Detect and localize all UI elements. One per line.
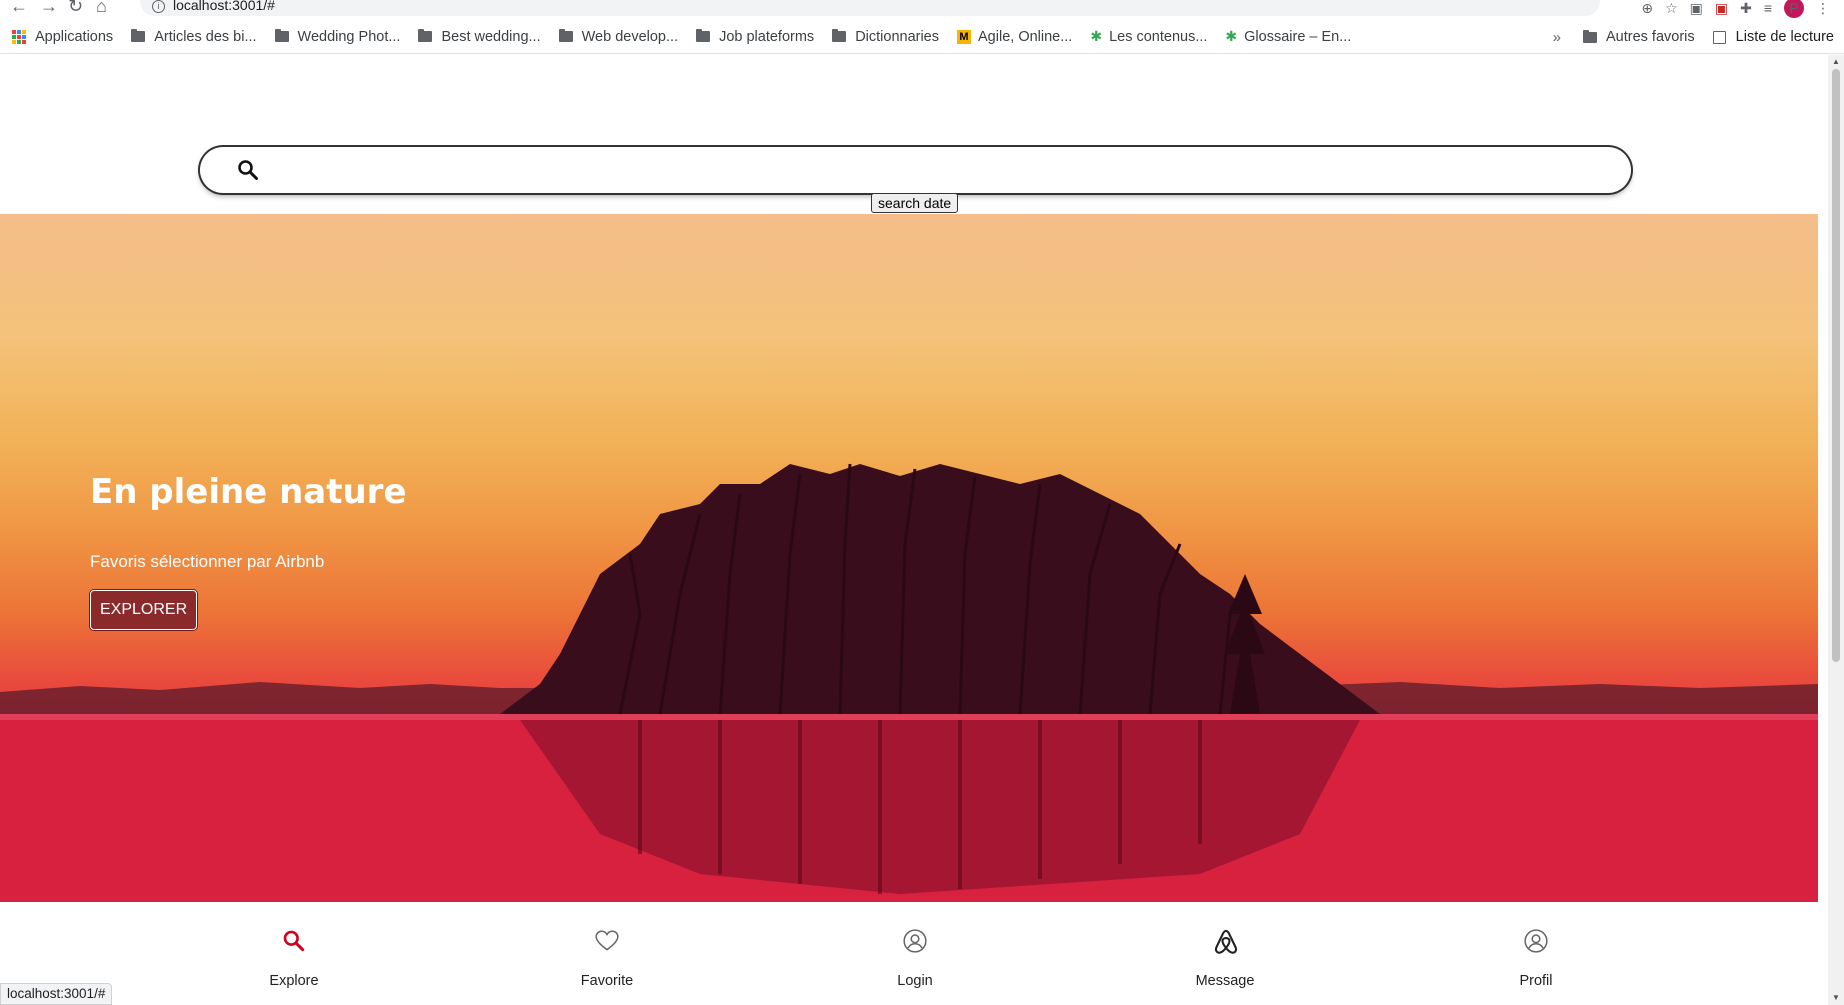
extensions-area: ⊕ ☆ ▣ ▣ ✚ ≡ P ⋮ [1641, 0, 1830, 18]
bookmark-folder[interactable]: Wedding Phot... [274, 28, 401, 45]
airbnb-logo-icon [1214, 929, 1238, 954]
bookmark-label: Web develop... [581, 28, 679, 45]
scrollbar-thumb[interactable] [1832, 69, 1840, 662]
heart-icon [595, 930, 619, 951]
search-icon [238, 160, 258, 180]
search-input[interactable] [276, 155, 1596, 185]
hero-banner: En pleine nature Favoris sélectionner pa… [0, 214, 1818, 902]
more-bookmarks-button[interactable]: » [1553, 29, 1561, 46]
bookmark-folder[interactable]: Web develop... [558, 28, 679, 45]
bookmark-label: Les contenus... [1109, 28, 1208, 45]
hero-title: En pleine nature [90, 472, 407, 512]
apps-grid-icon [12, 29, 26, 44]
folder-icon [418, 29, 433, 42]
search-bar[interactable] [200, 147, 1631, 193]
menu-icon[interactable]: ⋮ [1816, 0, 1830, 17]
bookmark-label: Glossaire – En... [1244, 28, 1352, 45]
other-bookmarks-label: Autres favoris [1606, 29, 1695, 45]
reading-list-label: Liste de lecture [1735, 29, 1834, 45]
search-icon [283, 930, 305, 952]
search-date-button[interactable]: search date [871, 193, 959, 213]
folder-icon [1583, 29, 1597, 43]
scroll-up-icon[interactable]: ▲ [1832, 57, 1840, 66]
star-icon[interactable]: ☆ [1665, 0, 1678, 17]
puzzle-icon[interactable]: ✚ [1740, 0, 1752, 17]
home-icon[interactable]: ⌂ [96, 0, 107, 17]
profile-avatar[interactable]: P [1784, 0, 1804, 18]
bookmark-label: Applications [35, 28, 114, 45]
folder-icon [832, 29, 847, 42]
bookmark-folder[interactable]: Articles des bi... [131, 28, 257, 45]
pin-icon: ✱ [1225, 28, 1238, 44]
forward-icon[interactable]: → [40, 0, 58, 17]
media-icon[interactable]: ≡ [1764, 0, 1772, 16]
browser-toolbar: ← → ↻ ⌂ i localhost:3001/# ⊕ ☆ ▣ ▣ ✚ ≡ P… [0, 0, 1844, 20]
address-bar[interactable]: i localhost:3001/# [140, 0, 1600, 16]
other-bookmarks[interactable]: Autres favoris [1583, 29, 1695, 45]
nav-label: Favorite [580, 973, 634, 989]
bookmark-applications[interactable]: Applications [12, 29, 113, 45]
bookmark-label: Best wedding... [441, 28, 541, 45]
status-bar: localhost:3001/# [0, 983, 113, 1005]
bookmark-label: Agile, Online... [978, 28, 1073, 45]
page: search date En pleine nature Favoris sél… [0, 55, 1828, 1005]
bottom-navigation: Explore Favorite Login Message Profil [0, 902, 1828, 1005]
extension-icon-2[interactable]: ▣ [1715, 0, 1728, 17]
bookmark-folder[interactable]: Dictionnaries [832, 29, 939, 45]
extension-icon[interactable]: ▣ [1690, 0, 1703, 17]
bookmark-folder[interactable]: Job plateforms [696, 29, 814, 45]
bookmark-folder[interactable]: Best wedding... [418, 28, 541, 45]
miro-icon: M [957, 29, 972, 44]
bookmark-link[interactable]: M Agile, Online... [957, 29, 1072, 45]
reading-list[interactable]: Liste de lecture [1712, 29, 1834, 45]
folder-icon [558, 29, 573, 42]
bookmark-label: Wedding Phot... [297, 28, 401, 45]
bookmark-label: Dictionnaries [855, 28, 940, 45]
user-circle-icon [1524, 929, 1548, 953]
user-circle-icon [903, 929, 927, 953]
folder-icon [131, 29, 146, 42]
folder-icon [696, 29, 711, 42]
pin-icon: ✱ [1090, 28, 1103, 44]
address-url[interactable]: localhost:3001/# [173, 0, 275, 13]
back-icon[interactable]: ← [10, 0, 28, 17]
zoom-icon[interactable]: ⊕ [1641, 0, 1653, 17]
nav-label: Login [897, 973, 933, 989]
hero-subtitle: Favoris sélectionner par Airbnb [90, 552, 325, 571]
bookmark-link[interactable]: ✱ Glossaire – En... [1225, 28, 1351, 45]
folder-icon [274, 29, 289, 42]
reading-list-icon [1712, 30, 1726, 44]
explore-button[interactable]: EXPLORER [90, 590, 198, 630]
bookmarks-bar: Applications Articles des bi... Wedding … [0, 20, 1844, 54]
page-scrollbar[interactable]: ▲ ▼ [1828, 55, 1844, 1005]
bookmark-label: Articles des bi... [154, 28, 257, 45]
nav-label: Message [1195, 973, 1255, 989]
bookmark-label: Job plateforms [719, 28, 815, 45]
site-info-icon[interactable]: i [152, 0, 165, 13]
scroll-down-icon[interactable]: ▼ [1832, 993, 1840, 1002]
reload-icon[interactable]: ↻ [68, 0, 83, 17]
nav-label: Profil [1519, 973, 1553, 989]
nav-label: Explore [269, 973, 319, 989]
bookmark-link[interactable]: ✱ Les contenus... [1090, 28, 1207, 45]
bookmarks-right: » Autres favoris Liste de lecture [1553, 20, 1834, 54]
